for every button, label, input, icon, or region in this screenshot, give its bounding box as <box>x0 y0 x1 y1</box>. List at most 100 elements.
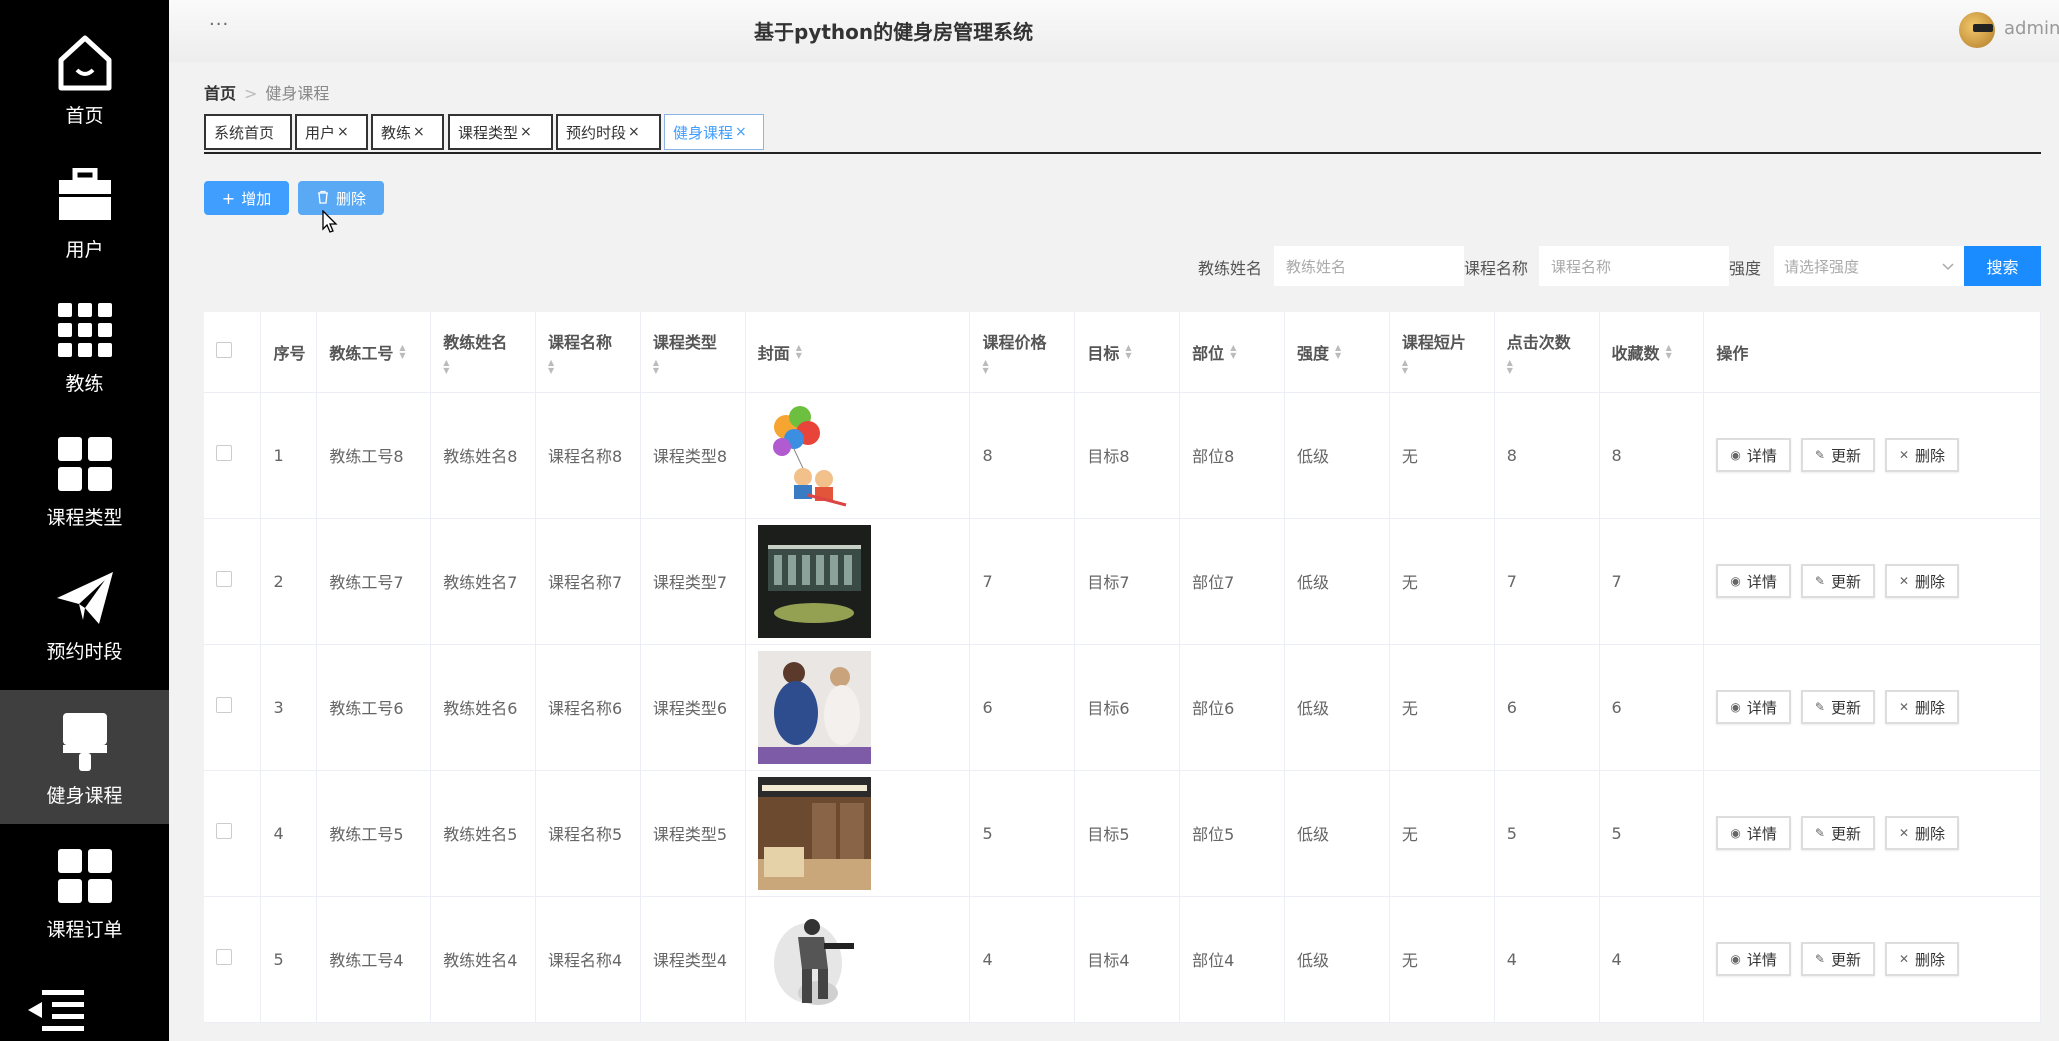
col-header-coach-name[interactable]: 教练姓名 ▲ ▼ <box>430 312 537 393</box>
cell-goal: 目标7 <box>1074 518 1181 645</box>
breadcrumb-home[interactable]: 首页 <box>204 84 236 103</box>
cell-coach-id: 教练工号6 <box>316 644 432 771</box>
sidebar-item-home[interactable]: 首页 <box>0 10 169 144</box>
delete-row-button[interactable]: ✕ 删除 <box>1884 438 1960 472</box>
add-button[interactable]: + 增加 <box>204 181 289 215</box>
sidebar-item-course-type[interactable]: 课程类型 <box>0 412 169 546</box>
sort-icon[interactable]: ▲ ▼ <box>653 358 745 375</box>
sort-icon[interactable]: ▲ ▼ <box>1335 343 1341 360</box>
select-all-checkbox[interactable] <box>216 341 232 358</box>
delete-row-button[interactable]: ✕ 删除 <box>1884 942 1960 976</box>
course-name-input[interactable]: 课程名称 <box>1539 246 1729 286</box>
col-header-favs[interactable]: 收藏数 ▲ ▼ <box>1599 312 1705 393</box>
col-header-course-name[interactable]: 课程名称 ▲ ▼ <box>535 312 641 393</box>
detail-button[interactable]: ◉ 详情 <box>1716 942 1791 976</box>
detail-label: 详情 <box>1746 572 1777 591</box>
cell-no: 3 <box>260 644 318 771</box>
sort-icon[interactable]: ▲ ▼ <box>982 358 1074 375</box>
grid-9-icon <box>50 295 120 365</box>
cell-clicks: 7 <box>1494 518 1600 645</box>
cell-goal: 目标5 <box>1074 770 1181 897</box>
sort-icon[interactable]: ▲ ▼ <box>796 343 802 360</box>
update-button[interactable]: ✎ 更新 <box>1800 690 1875 724</box>
col-header-intensity[interactable]: 强度 ▲ ▼ <box>1284 312 1390 393</box>
app-title: 基于python的健身房管理系统 <box>754 20 1034 44</box>
cell-course: 课程名称4 <box>535 896 641 1023</box>
grid-4-icon <box>50 841 120 911</box>
intensity-select[interactable]: 请选择强度 <box>1774 246 1964 286</box>
row-checkbox[interactable] <box>216 949 232 965</box>
row-checkbox[interactable] <box>216 823 232 839</box>
cell-price: 5 <box>969 770 1076 897</box>
delete-row-button[interactable]: ✕ 删除 <box>1884 564 1960 598</box>
col-header-cover[interactable]: 封面 ▲ ▼ <box>745 312 971 393</box>
detail-button[interactable]: ◉ 详情 <box>1716 564 1791 598</box>
row-checkbox[interactable] <box>216 571 232 587</box>
sidebar-item-coach[interactable]: 教练 <box>0 278 169 412</box>
close-icon[interactable]: × <box>628 124 640 140</box>
delete-button[interactable]: 删除 <box>298 181 384 215</box>
update-button[interactable]: ✎ 更新 <box>1800 438 1875 472</box>
cell-clicks: 5 <box>1494 770 1600 897</box>
detail-button[interactable]: ◉ 详情 <box>1716 816 1791 850</box>
detail-button[interactable]: ◉ 详情 <box>1716 438 1791 472</box>
close-icon[interactable]: × <box>413 124 425 140</box>
sort-icon[interactable]: ▲ ▼ <box>443 358 535 375</box>
sort-icon[interactable]: ▲ ▼ <box>1230 343 1236 360</box>
sort-icon[interactable]: ▲ ▼ <box>1125 343 1131 360</box>
delete-row-button[interactable]: ✕ 删除 <box>1884 690 1960 724</box>
sidebar-item-course-order[interactable]: 课程订单 <box>0 824 169 958</box>
col-header-price[interactable]: 课程价格 ▲ ▼ <box>969 312 1076 393</box>
col-header-part[interactable]: 部位 ▲ ▼ <box>1179 312 1286 393</box>
update-button[interactable]: ✎ 更新 <box>1800 564 1875 598</box>
cell-goal: 目标6 <box>1074 644 1181 771</box>
sort-icon[interactable]: ▲ ▼ <box>1666 343 1672 360</box>
cell-price: 8 <box>969 392 1076 519</box>
delete-label: 删除 <box>1915 824 1946 843</box>
cell-coach-id: 教练工号5 <box>316 770 432 897</box>
search-button[interactable]: 搜索 <box>1964 246 2041 286</box>
tab-fitness-course[interactable]: 健身课程 × <box>664 114 764 150</box>
row-checkbox[interactable] <box>216 697 232 713</box>
tab-users[interactable]: 用户 × <box>295 114 368 150</box>
tab-coach[interactable]: 教练 × <box>371 114 444 150</box>
close-icon[interactable]: × <box>337 124 349 140</box>
tab-booking-slot[interactable]: 预约时段 × <box>556 114 661 150</box>
cell-coach-id: 教练工号4 <box>316 896 432 1023</box>
sidebar-item-booking-slot[interactable]: 预约时段 <box>0 546 169 680</box>
cell-coach-name: 教练姓名4 <box>430 896 537 1023</box>
col-header-video[interactable]: 课程短片 ▲ ▼ <box>1389 312 1495 393</box>
sidebar-item-label: 健身课程 <box>46 784 123 807</box>
tab-course-type[interactable]: 课程类型 × <box>448 114 553 150</box>
delete-row-button[interactable]: ✕ 删除 <box>1884 816 1960 850</box>
update-button[interactable]: ✎ 更新 <box>1800 942 1875 976</box>
sidebar-item-users[interactable]: 用户 <box>0 144 169 278</box>
cell-video: 无 <box>1389 770 1495 897</box>
grid-4-icon <box>50 429 120 499</box>
row-checkbox[interactable] <box>216 445 232 461</box>
col-header-goal[interactable]: 目标 ▲ ▼ <box>1074 312 1181 393</box>
mouse-cursor-icon <box>322 209 338 238</box>
course-name-label: 课程名称 <box>1464 259 1529 278</box>
detail-button[interactable]: ◉ 详情 <box>1716 690 1791 724</box>
eye-icon: ◉ <box>1730 700 1741 714</box>
menu-collapse-icon[interactable] <box>28 990 84 1040</box>
sort-icon[interactable]: ▲ ▼ <box>1402 358 1494 375</box>
col-header-course-type[interactable]: 课程类型 ▲ ▼ <box>640 312 746 393</box>
more-menu-icon[interactable]: ··· <box>209 14 229 35</box>
update-button[interactable]: ✎ 更新 <box>1800 816 1875 850</box>
sort-icon[interactable]: ▲ ▼ <box>548 358 640 375</box>
sort-icon[interactable]: ▲ ▼ <box>1507 358 1599 375</box>
close-icon[interactable]: × <box>520 124 532 140</box>
close-icon[interactable]: × <box>735 124 747 140</box>
tab-system-home[interactable]: 系统首页 <box>204 114 292 150</box>
sidebar-item-fitness-course[interactable]: 健身课程 <box>0 690 169 824</box>
avatar[interactable] <box>1959 12 1995 48</box>
col-header-coach-id[interactable]: 教练工号 ▲ ▼ <box>316 312 432 393</box>
sort-icon[interactable]: ▲ ▼ <box>399 343 405 360</box>
col-header-clicks[interactable]: 点击次数 ▲ ▼ <box>1494 312 1600 393</box>
cell-cover <box>745 896 971 1023</box>
intensity-label: 强度 <box>1729 259 1762 278</box>
username[interactable]: admin <box>2004 18 2059 39</box>
coach-name-input[interactable]: 教练姓名 <box>1274 246 1464 286</box>
